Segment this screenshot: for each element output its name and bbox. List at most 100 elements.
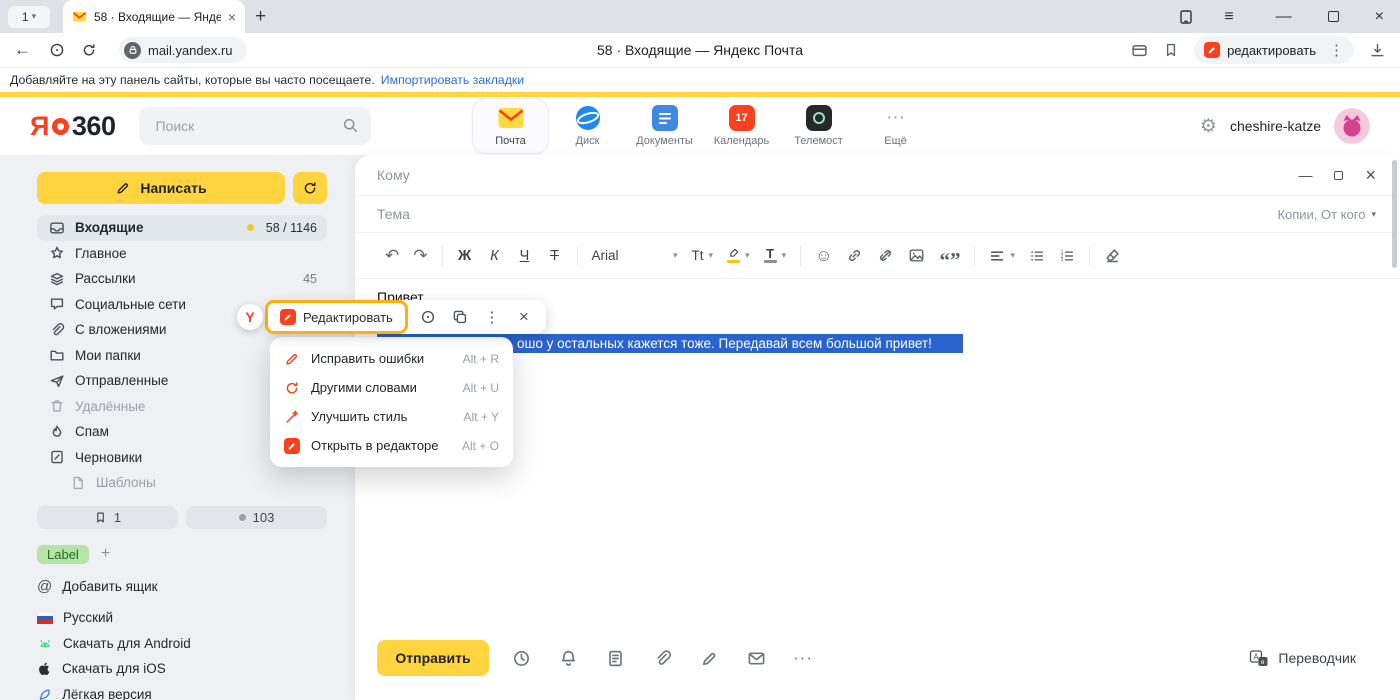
window-maximize-icon[interactable] <box>1328 11 1339 22</box>
avatar[interactable] <box>1334 108 1370 144</box>
add-label-button[interactable]: + <box>101 545 110 563</box>
copy-icon[interactable] <box>444 309 476 325</box>
settings-gear-icon[interactable]: ⚙ <box>1200 115 1217 138</box>
text-color-dropdown[interactable]: Т ▾ <box>764 248 787 263</box>
saved-filter-button[interactable]: 1 <box>37 506 178 529</box>
service-docs[interactable]: Документы <box>626 98 703 154</box>
search-input[interactable] <box>139 107 371 145</box>
browser-menu-icon[interactable]: ≡ <box>1224 8 1233 26</box>
more-options-icon[interactable]: ··· <box>793 648 813 668</box>
card-icon[interactable] <box>1131 42 1148 59</box>
cc-from-toggle[interactable]: Копии, От кого ▾ <box>1277 207 1376 222</box>
yandex-360-logo[interactable]: Я 360 <box>30 111 115 142</box>
font-family-dropdown[interactable]: Arial ▾ <box>592 248 678 263</box>
kebab-icon[interactable]: ⋮ <box>1329 41 1344 59</box>
import-bookmarks-link[interactable]: Импортировать закладки <box>381 73 524 87</box>
numbered-list-icon[interactable]: 123 <box>1059 248 1075 264</box>
browser-protect-icon[interactable] <box>49 42 65 58</box>
compose-expand-icon[interactable] <box>1334 171 1343 180</box>
tab-close-icon[interactable]: × <box>228 9 236 25</box>
service-telemost[interactable]: Телемост <box>780 98 857 154</box>
close-icon[interactable]: × <box>508 307 540 327</box>
unread-filter-button[interactable]: 103 <box>186 506 327 529</box>
translator-button[interactable]: Ая Переводчик <box>1249 648 1356 668</box>
signature-pen-icon[interactable] <box>699 649 719 668</box>
bold-button[interactable]: Ж <box>457 248 473 264</box>
kebab-icon[interactable]: ⋮ <box>476 308 508 326</box>
window-close-icon[interactable]: × <box>1375 8 1384 26</box>
to-field[interactable] <box>377 167 1298 183</box>
add-mailbox-button[interactable]: @ Добавить ящик <box>37 578 355 595</box>
menu-item-improve-style[interactable]: Улучшить стиль Alt + Y <box>270 402 513 431</box>
language-link[interactable]: Русский <box>37 605 335 631</box>
edit-button-highlighted[interactable]: Редактировать <box>265 300 408 334</box>
reminder-bell-icon[interactable] <box>558 649 578 668</box>
url-field[interactable]: mail.yandex.ru <box>119 37 247 63</box>
folder-main[interactable]: Главное <box>37 241 327 267</box>
unlink-icon[interactable] <box>877 247 894 264</box>
refresh-button[interactable] <box>293 172 327 204</box>
reload-icon[interactable] <box>81 42 97 58</box>
russian-flag-icon <box>37 612 53 624</box>
lock-icon[interactable] <box>124 42 141 59</box>
compose-minimize-icon[interactable]: — <box>1298 167 1312 183</box>
emoji-button[interactable]: ☺ <box>815 246 832 266</box>
font-size-dropdown[interactable]: Tt ▾ <box>692 248 714 263</box>
italic-button[interactable]: К <box>487 248 503 264</box>
disk-service-icon <box>575 105 601 131</box>
service-calendar[interactable]: 17 Календарь <box>703 98 780 154</box>
redo-icon[interactable]: ↷ <box>413 246 427 266</box>
underline-button[interactable]: Ч <box>517 248 533 264</box>
align-dropdown[interactable]: ▾ <box>989 248 1015 264</box>
undo-icon[interactable]: ↶ <box>385 246 399 266</box>
subject-field[interactable] <box>377 206 1277 222</box>
page-scrollbar[interactable] <box>1392 160 1397 268</box>
service-mail[interactable]: Почта <box>472 98 549 154</box>
blockquote-icon[interactable]: “” <box>939 247 960 265</box>
link-icon[interactable] <box>846 247 863 264</box>
bullet-list-icon[interactable] <box>1029 248 1045 264</box>
insert-image-icon[interactable] <box>908 247 925 264</box>
service-more[interactable]: ··· Ещё <box>857 98 934 154</box>
android-download-link[interactable]: Скачать для Android <box>37 631 335 657</box>
search-box[interactable] <box>139 107 371 145</box>
compose-close-icon[interactable]: × <box>1365 165 1376 186</box>
mail-app-content: Написать Входящие 58 / 1146 Главное <box>0 155 1400 700</box>
highlight-color-dropdown[interactable]: ▾ <box>727 248 750 263</box>
folder-inbox[interactable]: Входящие 58 / 1146 <box>37 215 327 241</box>
attach-file-icon[interactable] <box>652 649 672 668</box>
strikethrough-button[interactable]: T <box>547 248 563 264</box>
back-icon[interactable]: ← <box>14 40 31 60</box>
menu-item-rephrase[interactable]: Другими словами Alt + U <box>270 373 513 402</box>
editor-extension-chip[interactable]: редактировать ⋮ <box>1194 36 1354 64</box>
downloads-icon[interactable] <box>1369 42 1386 59</box>
window-minimize-icon[interactable]: — <box>1276 8 1292 26</box>
ai-circle-icon[interactable] <box>412 309 444 325</box>
fix-errors-icon <box>284 351 300 367</box>
schedule-send-icon[interactable] <box>511 649 531 668</box>
new-tab-button[interactable]: + <box>255 6 266 28</box>
light-version-link[interactable]: Лёгкая версия <box>37 682 335 700</box>
user-label-chip[interactable]: Label <box>37 545 89 564</box>
envelope-icon[interactable] <box>746 649 766 668</box>
sidebar-footer: Русский Скачать для Android Скачать для … <box>37 605 335 700</box>
compose-button[interactable]: Написать <box>37 172 285 204</box>
bookmark-icon[interactable] <box>1163 42 1179 58</box>
browser-tab[interactable]: 58 · Входящие — Янде × <box>63 0 245 33</box>
pencil-icon <box>115 180 131 196</box>
yandex-ai-badge[interactable]: Y <box>237 304 263 330</box>
tab-counter[interactable]: 1 ▾ <box>8 6 50 28</box>
menu-item-open-in-editor[interactable]: Открыть в редакторе Alt + O <box>270 431 513 460</box>
ios-download-link[interactable]: Скачать для iOS <box>37 656 335 682</box>
notes-icon[interactable] <box>605 649 625 668</box>
clear-formatting-icon[interactable] <box>1104 247 1121 264</box>
username[interactable]: cheshire-katze <box>1230 118 1321 134</box>
formatting-toolbar: ↶ ↷ Ж К Ч T Arial ▾ Tt ▾ <box>355 233 1400 279</box>
service-disk[interactable]: Диск <box>549 98 626 154</box>
folder-templates[interactable]: Шаблоны <box>37 470 327 496</box>
menu-item-fix-errors[interactable]: Исправить ошибки Alt + R <box>270 344 513 373</box>
search-icon[interactable] <box>342 117 359 134</box>
folder-newsletters[interactable]: Рассылки 45 <box>37 266 327 292</box>
tablet-icon[interactable] <box>1178 9 1194 25</box>
send-button[interactable]: Отправить <box>377 640 489 676</box>
